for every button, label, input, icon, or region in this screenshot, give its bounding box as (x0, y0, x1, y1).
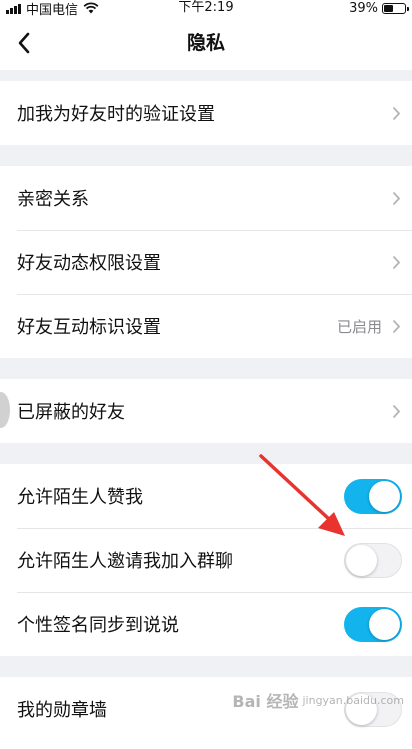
row-label: 已屏蔽的好友 (17, 402, 125, 423)
chevron-right-icon (390, 253, 402, 271)
interaction-badge-settings-row[interactable]: 好友互动标识设置 已启用 (0, 294, 412, 358)
toggle-switch[interactable] (344, 606, 402, 642)
permissions-group: 允许陌生人赞我 允许陌生人邀请我加入群聊 个性签名同步到说说 (0, 464, 412, 656)
row-label: 好友动态权限设置 (17, 253, 161, 274)
battery-icon (382, 2, 409, 14)
toggle-switch[interactable] (344, 478, 402, 514)
battery-percent-label: 39% (349, 0, 378, 16)
toggle-switch[interactable] (344, 691, 402, 727)
verification-settings-row[interactable]: 加我为好友时的验证设置 (0, 81, 412, 145)
row-label: 允许陌生人赞我 (17, 487, 143, 508)
medals-group: 我的勋章墙 (0, 677, 412, 749)
row-label: 个性签名同步到说说 (17, 615, 179, 636)
row-label: 允许陌生人邀请我加入群聊 (17, 551, 233, 572)
allow-stranger-group-invite-row: 允许陌生人邀请我加入群聊 (0, 528, 412, 592)
toggle-knob (369, 608, 400, 640)
navigation-bar: 隐私 (0, 16, 412, 70)
medal-wall-row: 我的勋章墙 (0, 677, 412, 741)
verification-group: 加我为好友时的验证设置 (0, 81, 412, 145)
relations-group: 亲密关系 好友动态权限设置 好友互动标识设置 已启用 (0, 166, 412, 358)
sync-signature-row: 个性签名同步到说说 (0, 592, 412, 656)
row-label: 亲密关系 (17, 189, 89, 210)
toggle-knob (346, 544, 377, 576)
toggle-knob (369, 480, 400, 512)
allow-stranger-likes-row: 允许陌生人赞我 (0, 464, 412, 528)
toggle-knob (346, 693, 377, 725)
page-title: 隐私 (186, 32, 225, 54)
blocked-group: 已屏蔽的好友 (0, 379, 412, 443)
chevron-right-icon (390, 189, 402, 207)
chevron-right-icon (390, 317, 402, 335)
toggle-switch[interactable] (344, 542, 402, 578)
row-label: 好友互动标识设置 (17, 317, 161, 338)
row-label: 我的勋章墙 (17, 700, 107, 721)
chevron-right-icon (390, 402, 402, 420)
status-value: 已启用 (336, 317, 382, 336)
row-label: 加我为好友时的验证设置 (17, 104, 215, 125)
status-bar: 中国电信 下午2:19 39% (0, 0, 412, 18)
blocked-friends-row[interactable]: 已屏蔽的好友 (0, 379, 412, 443)
friend-feed-permissions-row[interactable]: 好友动态权限设置 (0, 230, 412, 294)
chevron-right-icon (390, 104, 402, 122)
intimate-relations-row[interactable]: 亲密关系 (0, 166, 412, 230)
